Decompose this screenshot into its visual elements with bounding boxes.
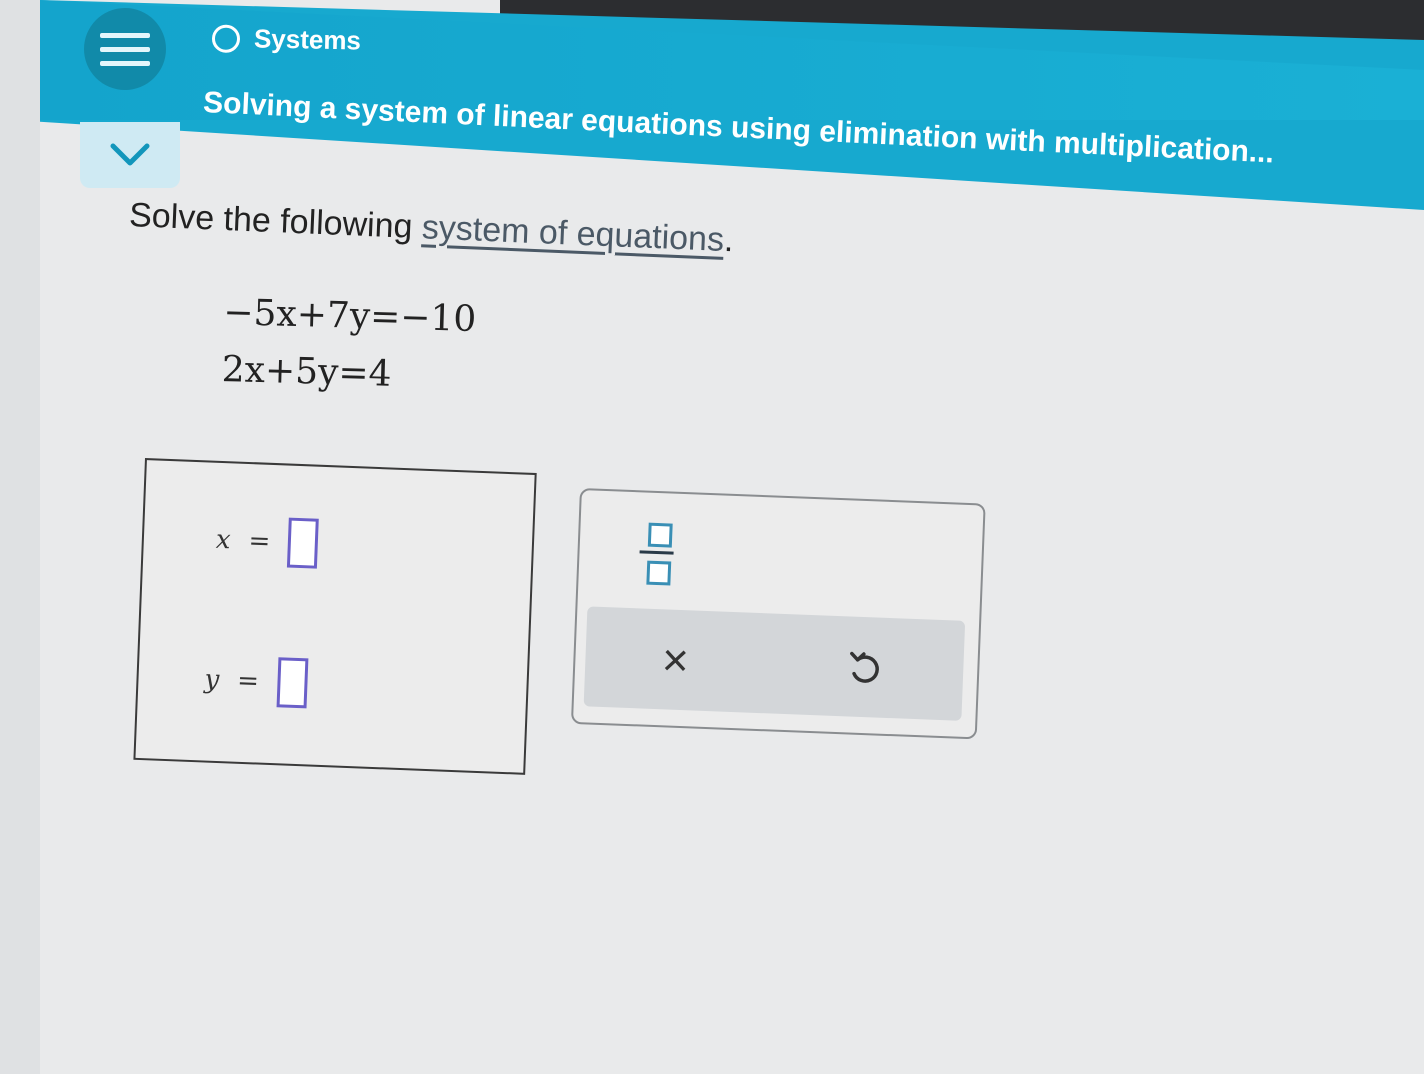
problem-prompt: Solve the following system of equations. — [128, 196, 734, 260]
menu-icon-line — [100, 32, 150, 38]
keypad-action-bar: × — [583, 606, 966, 721]
menu-icon-line — [100, 46, 150, 52]
clear-button[interactable]: × — [644, 631, 706, 689]
answer-row-x: x = — [215, 515, 320, 569]
equals-sign: = — [236, 665, 260, 697]
equation-2: 2x+5y=4 — [221, 348, 393, 395]
menu-button[interactable] — [84, 8, 166, 90]
answer-row-y: y = — [203, 654, 308, 709]
progress-ring-icon — [211, 23, 241, 53]
close-icon: × — [661, 633, 690, 687]
variable-x: x — [215, 524, 232, 556]
equation-system: −5x+7y=−10 2x+5y=4 — [221, 292, 477, 413]
undo-button[interactable] — [834, 638, 896, 696]
equation-1: −5x+7y=−10 — [222, 292, 477, 341]
collapse-button[interactable] — [80, 122, 180, 188]
x-answer-input[interactable] — [287, 517, 320, 569]
undo-icon — [850, 651, 879, 683]
fraction-numerator-box — [647, 522, 673, 548]
equals-sign: = — [247, 526, 271, 557]
left-edge — [0, 0, 40, 1074]
fraction-button[interactable] — [636, 516, 679, 587]
system-of-equations-link[interactable]: system of equations — [421, 208, 725, 259]
fraction-bar — [639, 550, 674, 555]
category-label: Systems — [253, 23, 362, 56]
prompt-text: Solve the following — [128, 196, 423, 247]
variable-y: y — [203, 664, 220, 696]
chevron-down-icon — [110, 143, 150, 166]
answer-box: x = y = — [133, 458, 537, 775]
prompt-end: . — [723, 220, 735, 260]
fraction-denominator-box — [646, 560, 672, 586]
math-keypad: × — [570, 488, 986, 740]
topic-category: Systems — [211, 22, 362, 56]
y-answer-input[interactable] — [276, 657, 308, 709]
menu-icon-line — [100, 60, 150, 66]
